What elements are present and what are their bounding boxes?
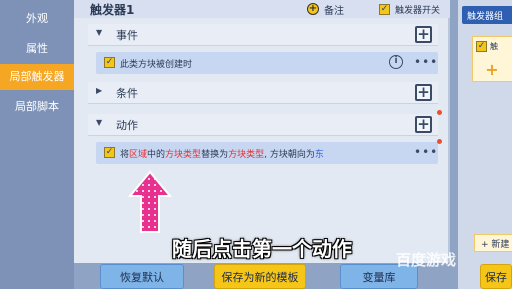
- sidebar-item-local-scripts[interactable]: 局部脚本: [0, 94, 74, 120]
- add-condition-button[interactable]: +: [415, 84, 432, 101]
- trigger-group-tab[interactable]: 触发器组: [462, 6, 512, 24]
- event-row[interactable]: ✓ 此类方块被创建时 i •••: [96, 52, 438, 74]
- action-text-part: 替换为: [201, 150, 229, 160]
- sidebar-item-appearance[interactable]: 外观: [0, 6, 74, 32]
- notification-dot: [437, 110, 442, 115]
- add-action-button[interactable]: +: [415, 116, 432, 133]
- section-condition[interactable]: ▶ 条件 +: [88, 82, 438, 104]
- section-event[interactable]: ▼ 事件 +: [88, 24, 438, 46]
- chevron-down-icon: ▼: [96, 28, 103, 37]
- add-trigger-button[interactable]: +: [472, 60, 512, 80]
- action-text-part: 中的: [147, 150, 166, 160]
- trigger-group-label: 触发器组: [467, 12, 504, 22]
- notification-dot: [437, 139, 442, 144]
- checkbox-icon[interactable]: ✓: [476, 41, 487, 52]
- new-trigger-label: + 新建: [481, 240, 510, 250]
- action-param-area[interactable]: 区域: [129, 150, 147, 160]
- info-icon[interactable]: i: [389, 55, 403, 69]
- section-event-label: 事件: [116, 29, 138, 42]
- more-icon[interactable]: •••: [414, 145, 438, 159]
- sidebar: 外观 属性 局部触发器 局部脚本: [0, 0, 74, 289]
- action-text-part: , 方块朝向为: [264, 150, 315, 160]
- trigger-title: 触发器1: [90, 3, 135, 17]
- event-text: 此类方块被创建时: [120, 60, 193, 70]
- sidebar-item-properties[interactable]: 属性: [0, 36, 74, 62]
- new-trigger-button[interactable]: + 新建: [474, 234, 512, 252]
- action-param-block-type[interactable]: 方块类型: [228, 150, 264, 160]
- add-event-button[interactable]: +: [415, 26, 432, 43]
- section-condition-label: 条件: [116, 87, 138, 100]
- checkbox-icon[interactable]: ✓: [104, 147, 115, 158]
- video-subtitle: 随后点击第一个动作: [172, 237, 352, 261]
- note-button[interactable]: + 备注: [307, 2, 344, 17]
- trigger-switch-label: 触发器开关: [395, 5, 441, 16]
- section-action[interactable]: ▼ 动作 +: [88, 114, 438, 136]
- action-text-part: 将: [120, 150, 130, 160]
- pointer-arrow-icon: [128, 170, 172, 233]
- action-param-block-type[interactable]: 方块类型: [165, 150, 201, 160]
- section-action-label: 动作: [116, 119, 138, 132]
- watermark: 百度游戏: [396, 251, 457, 269]
- note-icon: +: [307, 3, 319, 15]
- save-button[interactable]: 保存: [480, 264, 512, 289]
- action-text: 将区域中的方块类型替换为方块类型, 方块朝向为东: [120, 147, 324, 160]
- panel-header: 触发器1 + 备注 ✓ 触发器开关: [74, 0, 450, 18]
- note-label: 备注: [324, 5, 344, 17]
- save-as-template-button[interactable]: 保存为新的模板: [214, 264, 306, 289]
- sidebar-item-local-triggers[interactable]: 局部触发器: [0, 64, 74, 90]
- action-param-direction[interactable]: 东: [315, 150, 324, 160]
- trigger-card-label: 触: [490, 42, 498, 51]
- checkbox-icon[interactable]: ✓: [104, 57, 115, 68]
- chevron-right-icon: ▶: [96, 86, 103, 95]
- checkbox-icon: ✓: [379, 3, 390, 15]
- action-row[interactable]: ✓ 将区域中的方块类型替换为方块类型, 方块朝向为东 •••: [96, 142, 438, 164]
- more-icon[interactable]: •••: [414, 55, 438, 69]
- chevron-down-icon: ▼: [96, 118, 103, 127]
- restore-default-button[interactable]: 恢复默认: [100, 264, 184, 289]
- trigger-switch[interactable]: ✓ 触发器开关: [379, 2, 440, 16]
